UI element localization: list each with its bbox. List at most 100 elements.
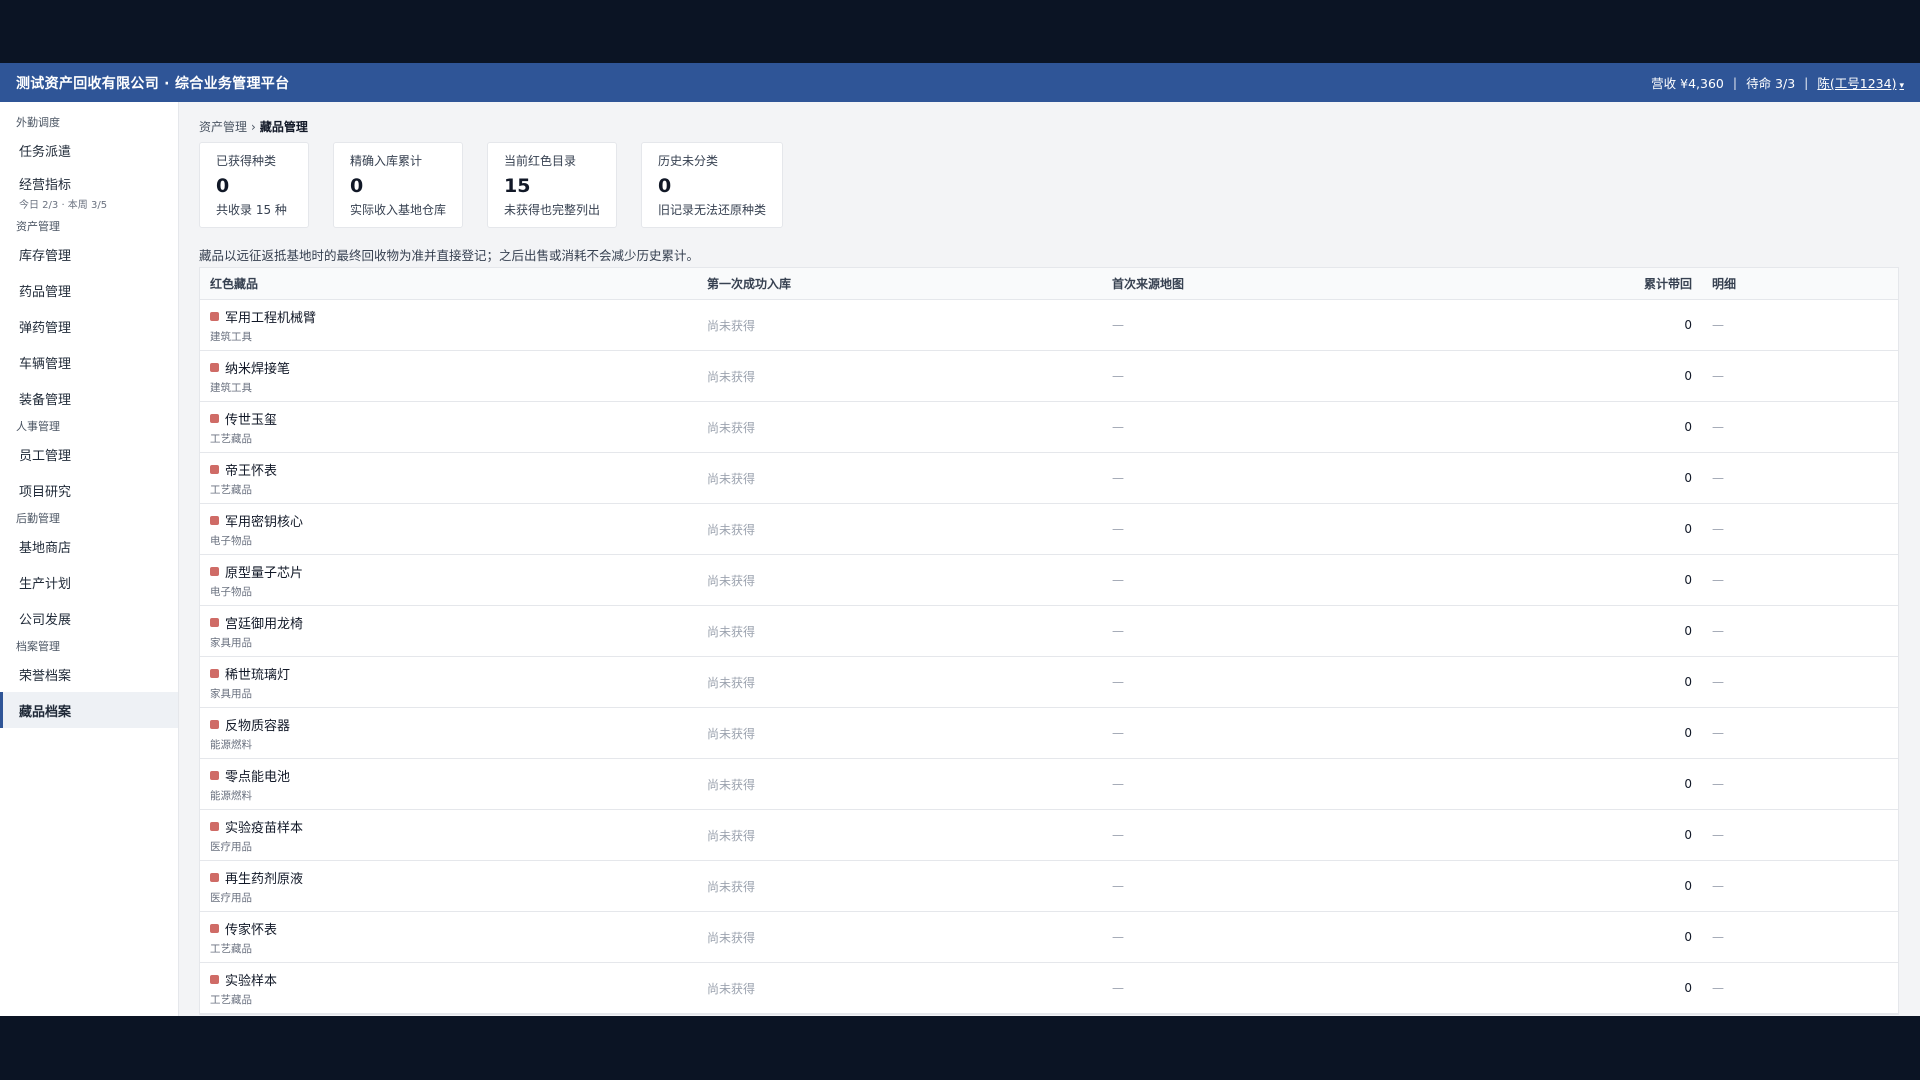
sidebar-item-inventory[interactable]: 库存管理 xyxy=(0,236,178,272)
sidebar-item-production[interactable]: 生产计划 xyxy=(0,564,178,600)
table-row[interactable]: 宫廷御用龙椅 家具用品 尚未获得 —0— xyxy=(200,606,1898,657)
sidebar-item-label: 员工管理 xyxy=(19,448,72,464)
sidebar-item-dispatch[interactable]: 任务派遣 xyxy=(0,132,178,168)
detail-cell: — xyxy=(1712,573,1724,587)
item-name: 宫廷御用龙椅 xyxy=(225,616,304,632)
rarity-swatch-icon xyxy=(210,770,219,780)
table-row[interactable]: 再生药剂原液 医疗用品 尚未获得 —0— xyxy=(200,861,1898,912)
table-row[interactable]: 纳米焊接笔 建筑工具 尚未获得 —0— xyxy=(200,351,1898,402)
sidebar-item-equipment[interactable]: 装备管理 xyxy=(0,380,178,416)
total-value: 0 xyxy=(1684,522,1692,536)
item-cell: 军用工程机械臂 建筑工具 xyxy=(200,307,697,344)
revenue-readout: 营收 ¥4,360 xyxy=(1651,76,1724,91)
total-cell: 0 xyxy=(1562,369,1702,383)
item-category: 能源燃料 xyxy=(210,789,252,802)
item-category: 能源燃料 xyxy=(210,738,252,751)
total-value: 0 xyxy=(1684,369,1692,383)
user-menu[interactable]: 陈(工号1234) ▾ xyxy=(1817,73,1904,92)
sidebar-item-kpi[interactable]: 经营指标 今日 2/3 · 本周 3/5 xyxy=(0,168,178,216)
item-name-wrap: 传世玉玺 xyxy=(210,409,687,428)
item-name: 实验样本 xyxy=(225,973,278,989)
sidebar-item-collections[interactable]: 藏品档案 xyxy=(0,692,178,728)
breadcrumb-current: 藏品管理 xyxy=(259,120,308,134)
rarity-swatch-icon xyxy=(210,872,219,882)
breadcrumb-separator: › xyxy=(251,120,256,134)
sidebar-item-medicine[interactable]: 药品管理 xyxy=(0,272,178,308)
first-stored-cell: 尚未获得 xyxy=(707,930,756,945)
total-value: 0 xyxy=(1684,420,1692,434)
sidebar-item-research[interactable]: 项目研究 xyxy=(0,472,178,508)
item-name: 传家怀表 xyxy=(225,922,278,938)
nav-group-title: 档案管理 xyxy=(16,640,60,653)
table-row[interactable]: 传家怀表 工艺藏品 尚未获得 —0— xyxy=(200,912,1898,963)
nav-group-title: 资产管理 xyxy=(16,220,60,233)
rarity-swatch-icon xyxy=(210,464,219,474)
item-name-wrap: 实验样本 xyxy=(210,970,687,989)
detail-cell: — xyxy=(1712,828,1724,842)
sidebar-item-honors[interactable]: 荣誉档案 xyxy=(0,656,178,692)
breadcrumb-parent[interactable]: 资产管理 xyxy=(199,120,247,134)
total-value: 0 xyxy=(1684,675,1692,689)
item-cell: 帝王怀表 工艺藏品 xyxy=(200,460,697,497)
item-category: 医疗用品 xyxy=(210,891,252,904)
sidebar-item-staff[interactable]: 员工管理 xyxy=(0,436,178,472)
first-stored-cell: 尚未获得 xyxy=(707,318,756,333)
item-category: 工艺藏品 xyxy=(210,942,252,955)
total-value: 0 xyxy=(1684,828,1692,842)
source-map-cell: — xyxy=(1112,828,1124,842)
total-cell: 0 xyxy=(1562,726,1702,740)
table-row[interactable]: 零点能电池 能源燃料 尚未获得 —0— xyxy=(200,759,1898,810)
item-name-wrap: 原型量子芯片 xyxy=(210,562,687,581)
rarity-swatch-icon xyxy=(210,923,219,933)
rarity-swatch-icon xyxy=(210,311,219,321)
rarity-swatch-icon xyxy=(210,413,219,423)
table-row[interactable]: 实验样本 工艺藏品 尚未获得 —0— xyxy=(200,963,1898,1014)
total-value: 0 xyxy=(1684,318,1692,332)
sidebar-item-development[interactable]: 公司发展 xyxy=(0,600,178,636)
rarity-swatch-icon xyxy=(210,362,219,372)
rarity-swatch-icon xyxy=(210,617,219,627)
stat-value: 15 xyxy=(504,175,531,197)
nav-group-field: 外勤调度 任务派遣 经营指标 今日 2/3 · 本周 3/5 xyxy=(0,112,178,216)
first-stored-cell: 尚未获得 xyxy=(707,879,756,894)
total-value: 0 xyxy=(1684,471,1692,485)
sidebar-item-shop[interactable]: 基地商店 xyxy=(0,528,178,564)
item-category: 工艺藏品 xyxy=(210,432,252,445)
table-row[interactable]: 稀世琉璃灯 家具用品 尚未获得 —0— xyxy=(200,657,1898,708)
sidebar-item-ammo[interactable]: 弹药管理 xyxy=(0,308,178,344)
stat-card-unclassified: 历史未分类 0 旧记录无法还原种类 xyxy=(641,142,784,228)
table-row[interactable]: 军用密钥核心 电子物品 尚未获得 —0— xyxy=(200,504,1898,555)
stat-card-obtained: 已获得种类 0 共收录 15 种 xyxy=(199,142,309,228)
nav-group-hr: 人事管理 员工管理 项目研究 xyxy=(0,416,178,508)
table-row[interactable]: 军用工程机械臂 建筑工具 尚未获得 —0— xyxy=(200,300,1898,351)
stat-label: 精确入库累计 xyxy=(350,154,423,168)
source-map-cell: — xyxy=(1112,522,1124,536)
table-row[interactable]: 原型量子芯片 电子物品 尚未获得 —0— xyxy=(200,555,1898,606)
item-name: 军用工程机械臂 xyxy=(225,310,317,326)
sidebar-item-vehicles[interactable]: 车辆管理 xyxy=(0,344,178,380)
item-name: 零点能电池 xyxy=(225,769,291,785)
total-value: 0 xyxy=(1684,624,1692,638)
table-row[interactable]: 反物质容器 能源燃料 尚未获得 —0— xyxy=(200,708,1898,759)
detail-cell: — xyxy=(1712,675,1724,689)
table-header-row: 红色藏品 第一次成功入库 首次来源地图 累计带回 明细 xyxy=(200,268,1898,300)
sidebar-item-label: 生产计划 xyxy=(19,576,72,592)
table-row[interactable]: 传世玉玺 工艺藏品 尚未获得 —0— xyxy=(200,402,1898,453)
stat-value: 0 xyxy=(350,175,364,197)
item-name-wrap: 军用工程机械臂 xyxy=(210,307,687,326)
item-name: 稀世琉璃灯 xyxy=(225,667,291,683)
stat-label: 历史未分类 xyxy=(658,154,719,168)
item-name-wrap: 零点能电池 xyxy=(210,766,687,785)
table-row[interactable]: 帝王怀表 工艺藏品 尚未获得 —0— xyxy=(200,453,1898,504)
stat-value: 0 xyxy=(658,175,672,197)
stat-desc: 未获得也完整列出 xyxy=(504,203,601,217)
item-cell: 军用密钥核心 电子物品 xyxy=(200,511,697,548)
item-name: 传世玉玺 xyxy=(225,412,278,428)
table-row[interactable]: 实验疫苗样本 医疗用品 尚未获得 —0— xyxy=(200,810,1898,861)
detail-cell: — xyxy=(1712,879,1724,893)
sidebar-item-label: 任务派遣 xyxy=(19,144,72,160)
total-cell: 0 xyxy=(1562,777,1702,791)
first-stored-cell: 尚未获得 xyxy=(707,624,756,639)
column-header-first-stored: 第一次成功入库 xyxy=(707,277,792,291)
first-stored-cell: 尚未获得 xyxy=(707,471,756,486)
